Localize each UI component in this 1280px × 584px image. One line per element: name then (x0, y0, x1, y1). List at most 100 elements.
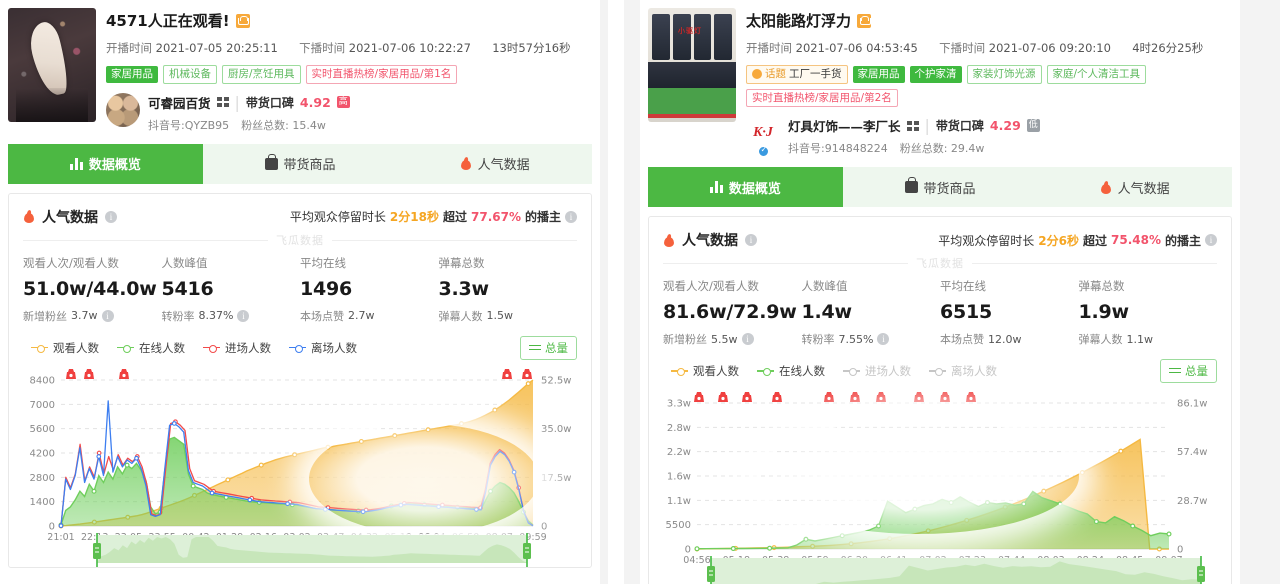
stat-sub-value: 7.55% (838, 332, 874, 346)
svg-text:0: 0 (685, 545, 691, 556)
stat-item: 观看人次/观看人数 81.6w/72.9w 新增粉丝 5.5w i (663, 278, 802, 347)
stay-mid: 超过 (442, 210, 467, 224)
legend-label: 观看人数 (693, 364, 739, 378)
stat-sub-label: 新增粉丝 (23, 309, 67, 323)
author-name[interactable]: 可睿园百货 (148, 93, 211, 112)
legend-item-watchers[interactable]: 观看人数 (671, 363, 739, 379)
legend-item-leave[interactable]: 离场人数 (929, 363, 997, 379)
broadcast-times: 开播时间 2021-07-05 20:25:11 下播时间 2021-07-06… (106, 40, 592, 56)
live-room-panel-right: 太阳能路灯浮力 开播时间 2021-07-06 04:53:45 下播时间 20… (640, 0, 1240, 584)
svg-text:7000: 7000 (30, 399, 55, 410)
bag-icon (904, 177, 918, 193)
svg-text:5500: 5500 (666, 520, 691, 531)
tag-category[interactable]: 个护家清 (909, 66, 962, 83)
tab-bar: 数据概览 带货商品 人气数据 (8, 143, 592, 184)
stat-value: 1.9w (1078, 301, 1130, 323)
stat-sub-label: 本场点赞 (300, 309, 344, 323)
stat-sub-value: 2.7w (348, 309, 375, 322)
qrcode-icon[interactable] (216, 97, 229, 107)
chart-canvas[interactable]: 0 1400 2800 4200 5600 7000 8400 0 17.5w 35.0w 52.5… (9, 366, 591, 552)
legend-marker-icon (117, 344, 134, 353)
tab-products[interactable]: 带货商品 (843, 167, 1038, 207)
stat-label: 观看人次/观看人数 (663, 279, 759, 293)
tab-popularity[interactable]: 人气数据 (397, 144, 592, 184)
tab-data-overview[interactable]: 数据概览 (8, 143, 203, 184)
legend-item-online[interactable]: 在线人数 (757, 363, 825, 379)
svg-text:2800: 2800 (30, 472, 55, 483)
stat-label: 平均在线 (940, 279, 986, 293)
tag-list: 家居用品 机械设备 厨房/烹饪用具 实时直播热榜/家居用品/第1名 (106, 65, 592, 84)
topic-label: 话题 (765, 68, 786, 80)
avatar[interactable] (106, 92, 140, 127)
tag-category[interactable]: 家装灯饰光源 (966, 65, 1042, 84)
tag-rank[interactable]: 实时直播热榜/家居用品/第1名 (305, 65, 458, 84)
tag-category[interactable]: 厨房/烹饪用具 (222, 65, 301, 84)
chart-legend-row: 观看人数 在线人数 进场人数 离场人数 总量 (649, 347, 1231, 383)
legend-label: 观看人数 (53, 340, 99, 355)
legend-item-watchers[interactable]: 观看人数 (31, 340, 99, 356)
live-room-panel-left: 4571人正在观看! 开播时间 2021-07-05 20:25:11 下播时间… (0, 0, 600, 584)
tab-popularity[interactable]: 人气数据 (1037, 167, 1232, 207)
stat-value: 51.0w/44.0w (23, 277, 157, 300)
room-header: 太阳能路灯浮力 开播时间 2021-07-06 04:53:45 下播时间 20… (640, 0, 1240, 158)
info-icon[interactable]: i (1205, 234, 1217, 246)
svg-text:52.5w: 52.5w (541, 375, 571, 386)
popularity-chart[interactable]: 0 1400 2800 4200 5600 7000 8400 0 17.5w 35.0w 52.5… (9, 360, 591, 546)
total-toggle-button[interactable]: 总量 (520, 335, 577, 360)
legend-label: 离场人数 (311, 340, 357, 355)
author-name[interactable]: 灯具灯饰——李厂长 (788, 116, 901, 135)
legend-item-enter[interactable]: 进场人数 (203, 340, 271, 356)
stat-label: 弹幕总数 (1078, 279, 1125, 293)
info-icon[interactable]: i (237, 309, 250, 322)
info-icon[interactable]: i (101, 309, 114, 322)
tag-list: 话题 工厂一手货 家居用品 个护家清 家装灯饰光源 家庭/个人清洁工具 实时直播… (746, 65, 1232, 107)
tag-category[interactable]: 家居用品 (852, 66, 905, 83)
room-cover-image[interactable] (8, 8, 96, 122)
fans-label: 粉丝总数: (241, 118, 289, 132)
chart-canvas[interactable]: 0 5500 1.1w 1.6w 2.2w 2.8w 3.3w 0 28.7w 57.4w 86.1… (649, 389, 1231, 575)
bar-chart-icon (69, 157, 83, 170)
stay-suffix: 的播主 (1164, 233, 1201, 248)
info-icon[interactable]: i (741, 333, 754, 345)
qrcode-icon[interactable] (906, 120, 919, 131)
stay-percent: 77.67% (471, 209, 521, 224)
total-button-label: 总量 (1185, 364, 1208, 378)
stat-sub-value: 12.0w (988, 332, 1022, 346)
duration-value: 13时57分16秒 (492, 41, 571, 55)
total-toggle-button[interactable]: 总量 (1160, 359, 1217, 383)
card-title: 人气数据 (682, 233, 738, 249)
tag-category[interactable]: 家庭/个人清洁工具 (1046, 65, 1147, 84)
stat-sub-value: 8.37% (198, 309, 234, 322)
douyin-id: 抖音号:914848224 (788, 142, 888, 155)
legend-item-leave[interactable]: 离场人数 (289, 340, 357, 356)
legend-item-enter[interactable]: 进场人数 (843, 363, 911, 379)
tag-category[interactable]: 机械设备 (163, 65, 217, 84)
legend-label: 离场人数 (951, 364, 997, 378)
info-icon[interactable]: i (877, 333, 890, 345)
tab-bar: 数据概览 带货商品 人气数据 (648, 167, 1232, 207)
end-time-label: 下播时间 (299, 41, 346, 55)
tag-topic[interactable]: 话题 工厂一手货 (746, 65, 848, 84)
stat-sub-label: 新增粉丝 (663, 333, 707, 346)
info-icon[interactable]: i (565, 210, 577, 223)
stat-item: 观看人次/观看人数 51.0w/44.0w 新增粉丝 3.7w i (23, 255, 162, 324)
watermark-text: 飞瓜数据 (908, 255, 972, 271)
tag-category[interactable]: 家居用品 (106, 66, 158, 83)
popularity-chart[interactable]: 0 5500 1.1w 1.6w 2.2w 2.8w 3.3w 0 28.7w 57.4w 86.1… (649, 383, 1231, 569)
info-icon[interactable]: i (105, 210, 117, 223)
tab-data-overview[interactable]: 数据概览 (648, 167, 843, 207)
chart-range-slider[interactable] (9, 532, 591, 567)
tag-rank[interactable]: 实时直播热榜/家居用品/第2名 (746, 88, 898, 107)
svg-text:57.4w: 57.4w (1177, 447, 1207, 458)
room-cover-image[interactable] (648, 8, 736, 122)
divider: | (234, 92, 240, 112)
legend-item-online[interactable]: 在线人数 (117, 340, 185, 356)
tab-products[interactable]: 带货商品 (203, 144, 398, 184)
page-title: 4571人正在观看! (106, 12, 230, 30)
swap-icon (1169, 366, 1181, 376)
chart-range-slider[interactable] (649, 556, 1231, 584)
tab-label: 人气数据 (1117, 181, 1170, 197)
info-icon[interactable]: i (745, 234, 757, 246)
stat-label: 观看人次/观看人数 (23, 255, 119, 270)
fans-label: 粉丝总数: (899, 142, 948, 155)
